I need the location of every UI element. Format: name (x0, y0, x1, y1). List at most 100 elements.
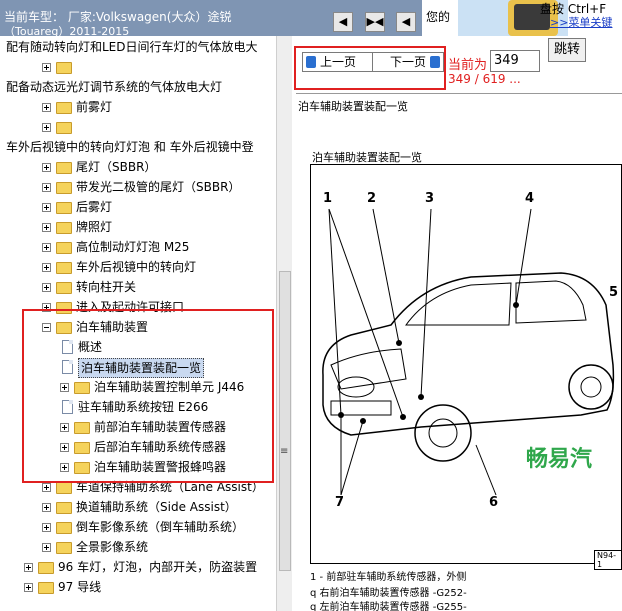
folder-icon (56, 202, 72, 214)
expand-icon[interactable] (42, 283, 51, 292)
toggle-panels-button[interactable]: ▶◀ (365, 12, 385, 32)
collapse-left-button[interactable]: ◀ (333, 12, 353, 32)
folder-icon (56, 282, 72, 294)
tree-item[interactable]: 倒车影像系统（倒车辅助系统） (0, 517, 276, 537)
figure-id: N94-1 (594, 550, 622, 570)
tree-item-label: 96 车灯，灯泡，内部开关，防盗装置 (58, 560, 258, 574)
tree-item[interactable]: 带发光二极管的尾灯（SBBR） (0, 177, 276, 197)
expand-icon[interactable] (42, 523, 51, 532)
tree-item-label: 高位制动灯灯泡 M25 (76, 240, 190, 254)
tree-item-label: 车外后视镜中的转向灯灯泡 和 车外后视镜中登 (6, 140, 254, 154)
highlight-box-tree (22, 309, 274, 483)
tree-item[interactable]: 配备动态远光灯调节系统的气体放电大灯 (0, 77, 276, 97)
vehicle-illustration (322, 208, 615, 496)
banner-menu-link[interactable]: >>菜单关键 (550, 14, 612, 30)
page-count: 349 / 619 ... (448, 72, 521, 86)
expand-icon[interactable] (42, 263, 51, 272)
tree-item-label: 前雾灯 (76, 100, 113, 114)
callout-2: 2 (367, 191, 377, 206)
collapse-right-button[interactable]: ◀ (396, 12, 416, 32)
figure-heading: 泊车辅助装置装配一览 (312, 151, 422, 164)
folder-icon (56, 122, 72, 134)
watermark: 畅易汽 (526, 447, 593, 472)
expand-icon[interactable] (42, 183, 51, 192)
expand-icon[interactable] (42, 543, 51, 552)
current-page-label: 当前为 (448, 58, 488, 73)
tree-item[interactable]: 前雾灯 (0, 97, 276, 117)
tree-item[interactable]: 高位制动灯灯泡 M25 (0, 237, 276, 257)
caption-line: q 右前泊车辅助装置传感器 -G252- (310, 588, 467, 599)
folder-icon (56, 542, 72, 554)
tree-item[interactable]: 牌照灯 (0, 217, 276, 237)
tree-item[interactable]: 后雾灯 (0, 197, 276, 217)
header-divider (296, 93, 622, 94)
callout-4: 4 (525, 191, 535, 206)
callout-1: 1 (323, 191, 333, 206)
tree-item-label: 配有随动转向灯和LED日间行车灯的气体放电大 (6, 40, 258, 54)
expand-icon[interactable] (24, 563, 33, 572)
folder-icon (56, 182, 72, 194)
folder-icon (56, 62, 72, 74)
page-number-input[interactable]: 349 (490, 50, 540, 72)
tree-item-label: 换道辅助系统（Side Assist） (76, 500, 237, 514)
tree-item-label: 后雾灯 (76, 200, 113, 214)
splitter-grip-icon[interactable]: ≡ (280, 446, 288, 457)
document-viewer: 上一页 下一页 当前为 349 跳转 349 / 619 ... 泊车辅助装置装… (292, 36, 622, 611)
tree-item-label: 倒车影像系统（倒车辅助系统） (76, 520, 245, 534)
folder-icon (56, 102, 72, 114)
tree-item-label: 全景影像系统 (76, 540, 149, 554)
expand-icon[interactable] (42, 63, 51, 72)
tree-item[interactable]: 转向柱开关 (0, 277, 276, 297)
tree-item[interactable] (0, 57, 276, 77)
expand-icon[interactable] (42, 243, 51, 252)
tree-item[interactable]: 96 车灯，灯泡，内部开关，防盗装置 (0, 557, 276, 577)
caption-line: 1 - 前部驻车辅助系统传感器，外侧 (310, 572, 467, 583)
top-right-banner: 您的 盘按 Ctrl+F >>菜单关键 (422, 0, 622, 36)
expand-icon[interactable] (42, 103, 51, 112)
folder-icon (56, 502, 72, 514)
folder-icon (56, 222, 72, 234)
expand-icon[interactable] (42, 123, 51, 132)
folder-icon (56, 162, 72, 174)
tree-item-label: 转向柱开关 (76, 280, 137, 294)
expand-icon[interactable] (42, 203, 51, 212)
expand-icon[interactable] (24, 583, 33, 592)
tree-item[interactable] (0, 117, 276, 137)
jump-button[interactable]: 跳转 (548, 38, 586, 62)
pager-bar: 上一页 下一页 当前为 349 跳转 349 / 619 ... (292, 36, 622, 90)
tree-item-label: 配备动态远光灯调节系统的气体放电大灯 (6, 80, 223, 94)
banner-label: 您的 (426, 10, 451, 24)
tree-item[interactable]: 换道辅助系统（Side Assist） (0, 497, 276, 517)
caption-line: q 左前泊车辅助装置传感器 -G255- (310, 602, 467, 611)
scrollbar-thumb[interactable] (279, 271, 291, 571)
highlight-box-pager (294, 46, 446, 90)
folder-icon (56, 522, 72, 534)
expand-icon[interactable] (42, 223, 51, 232)
tree-item-label: 牌照灯 (76, 220, 113, 234)
folder-icon (38, 582, 54, 594)
tree-item[interactable]: 配有随动转向灯和LED日间行车灯的气体放电大 (0, 37, 276, 57)
folder-icon (56, 262, 72, 274)
tree-item[interactable]: 车外后视镜中的转向灯 (0, 257, 276, 277)
document-heading: 泊车辅助装置装配一览 (298, 100, 408, 113)
tree-item-label: 车外后视镜中的转向灯 (76, 260, 197, 274)
folder-icon (56, 482, 72, 494)
callout-3: 3 (425, 191, 435, 206)
folder-icon (38, 562, 54, 574)
tree-item-label: 尾灯（SBBR） (76, 160, 157, 174)
tree-item[interactable]: 车外后视镜中的转向灯灯泡 和 车外后视镜中登 (0, 137, 276, 157)
tree-item-label: 97 导线 (58, 580, 102, 594)
tree-scrollbar[interactable]: ≡ (276, 36, 293, 611)
expand-icon[interactable] (42, 483, 51, 492)
tree-item[interactable]: 97 导线 (0, 577, 276, 597)
vehicle-figure: 1 2 3 4 5 6 7 (310, 164, 622, 564)
callout-7: 7 (335, 495, 345, 510)
folder-icon (56, 242, 72, 254)
expand-icon[interactable] (42, 163, 51, 172)
tree-item[interactable]: 尾灯（SBBR） (0, 157, 276, 177)
expand-icon[interactable] (42, 503, 51, 512)
tree-item-label: 带发光二极管的尾灯（SBBR） (76, 180, 241, 194)
callout-5: 5 (609, 285, 619, 300)
tree-item[interactable]: 全景影像系统 (0, 537, 276, 557)
callout-6: 6 (489, 495, 499, 510)
